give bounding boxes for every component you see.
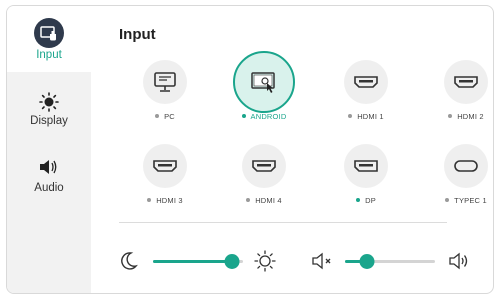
source-dp[interactable]: DP [321, 144, 411, 214]
moon-icon [120, 251, 138, 276]
source-label: HDMI 3 [156, 196, 183, 205]
source-hdmi-1[interactable]: HDMI 1 [321, 60, 411, 130]
signal-dot [246, 198, 251, 203]
source-android[interactable]: ANDROID [219, 51, 309, 130]
signal-dot [241, 114, 246, 119]
source-hdmi-4[interactable]: HDMI 4 [219, 144, 309, 214]
sidebar-item-label: Display [30, 115, 68, 127]
usb-c-port-icon [444, 144, 488, 188]
source-label: HDMI 1 [357, 112, 384, 121]
hdmi-port-icon [444, 60, 488, 104]
sidebar-item-display[interactable]: Display [7, 86, 91, 152]
sidebar-item-label: Audio [34, 182, 64, 194]
source-hdmi-3[interactable]: HDMI 3 [120, 144, 210, 214]
displayport-icon [344, 144, 388, 188]
signal-dot [348, 114, 353, 119]
brightness-icon [39, 92, 59, 117]
source-hdmi-2[interactable]: HDMI 2 [421, 60, 493, 130]
input-icon [34, 18, 64, 48]
brightness-slider[interactable] [153, 254, 243, 269]
signal-dot [445, 198, 450, 203]
source-label: HDMI 2 [457, 112, 484, 121]
sidebar-item-audio[interactable]: Audio [7, 154, 91, 220]
source-label: HDMI 4 [255, 196, 282, 205]
source-label: ANDROID [250, 112, 287, 121]
monitor-icon [143, 60, 187, 104]
signal-dot [356, 198, 361, 203]
mute-icon [311, 251, 335, 276]
brightness-slider-fill [153, 260, 233, 263]
source-typec-1[interactable]: TYPEC 1 [421, 144, 493, 214]
signal-dot [147, 198, 152, 203]
sun-icon [254, 250, 276, 277]
divider [119, 222, 447, 223]
signal-dot [155, 114, 160, 119]
signal-dot [448, 114, 453, 119]
source-label: TYPEC 1 [454, 196, 487, 205]
source-label: PC [164, 112, 175, 121]
hdmi-port-icon [143, 144, 187, 188]
settings-panel: Input Display Audio Input PC ANDROID HDM… [6, 5, 494, 294]
volume-high-icon [448, 250, 472, 277]
sidebar: Input Display Audio [7, 6, 91, 293]
android-input-icon [233, 51, 295, 113]
volume-slider[interactable] [345, 254, 435, 269]
source-label: DP [365, 196, 376, 205]
hdmi-port-icon [242, 144, 286, 188]
source-pc[interactable]: PC [120, 60, 210, 130]
brightness-slider-handle[interactable] [224, 254, 240, 269]
page-title: Input [119, 26, 156, 43]
hdmi-port-icon [344, 60, 388, 104]
sidebar-item-input[interactable]: Input [7, 6, 91, 72]
sidebar-item-label: Input [36, 49, 62, 61]
speaker-icon [38, 158, 60, 181]
volume-slider-handle[interactable] [359, 254, 375, 269]
